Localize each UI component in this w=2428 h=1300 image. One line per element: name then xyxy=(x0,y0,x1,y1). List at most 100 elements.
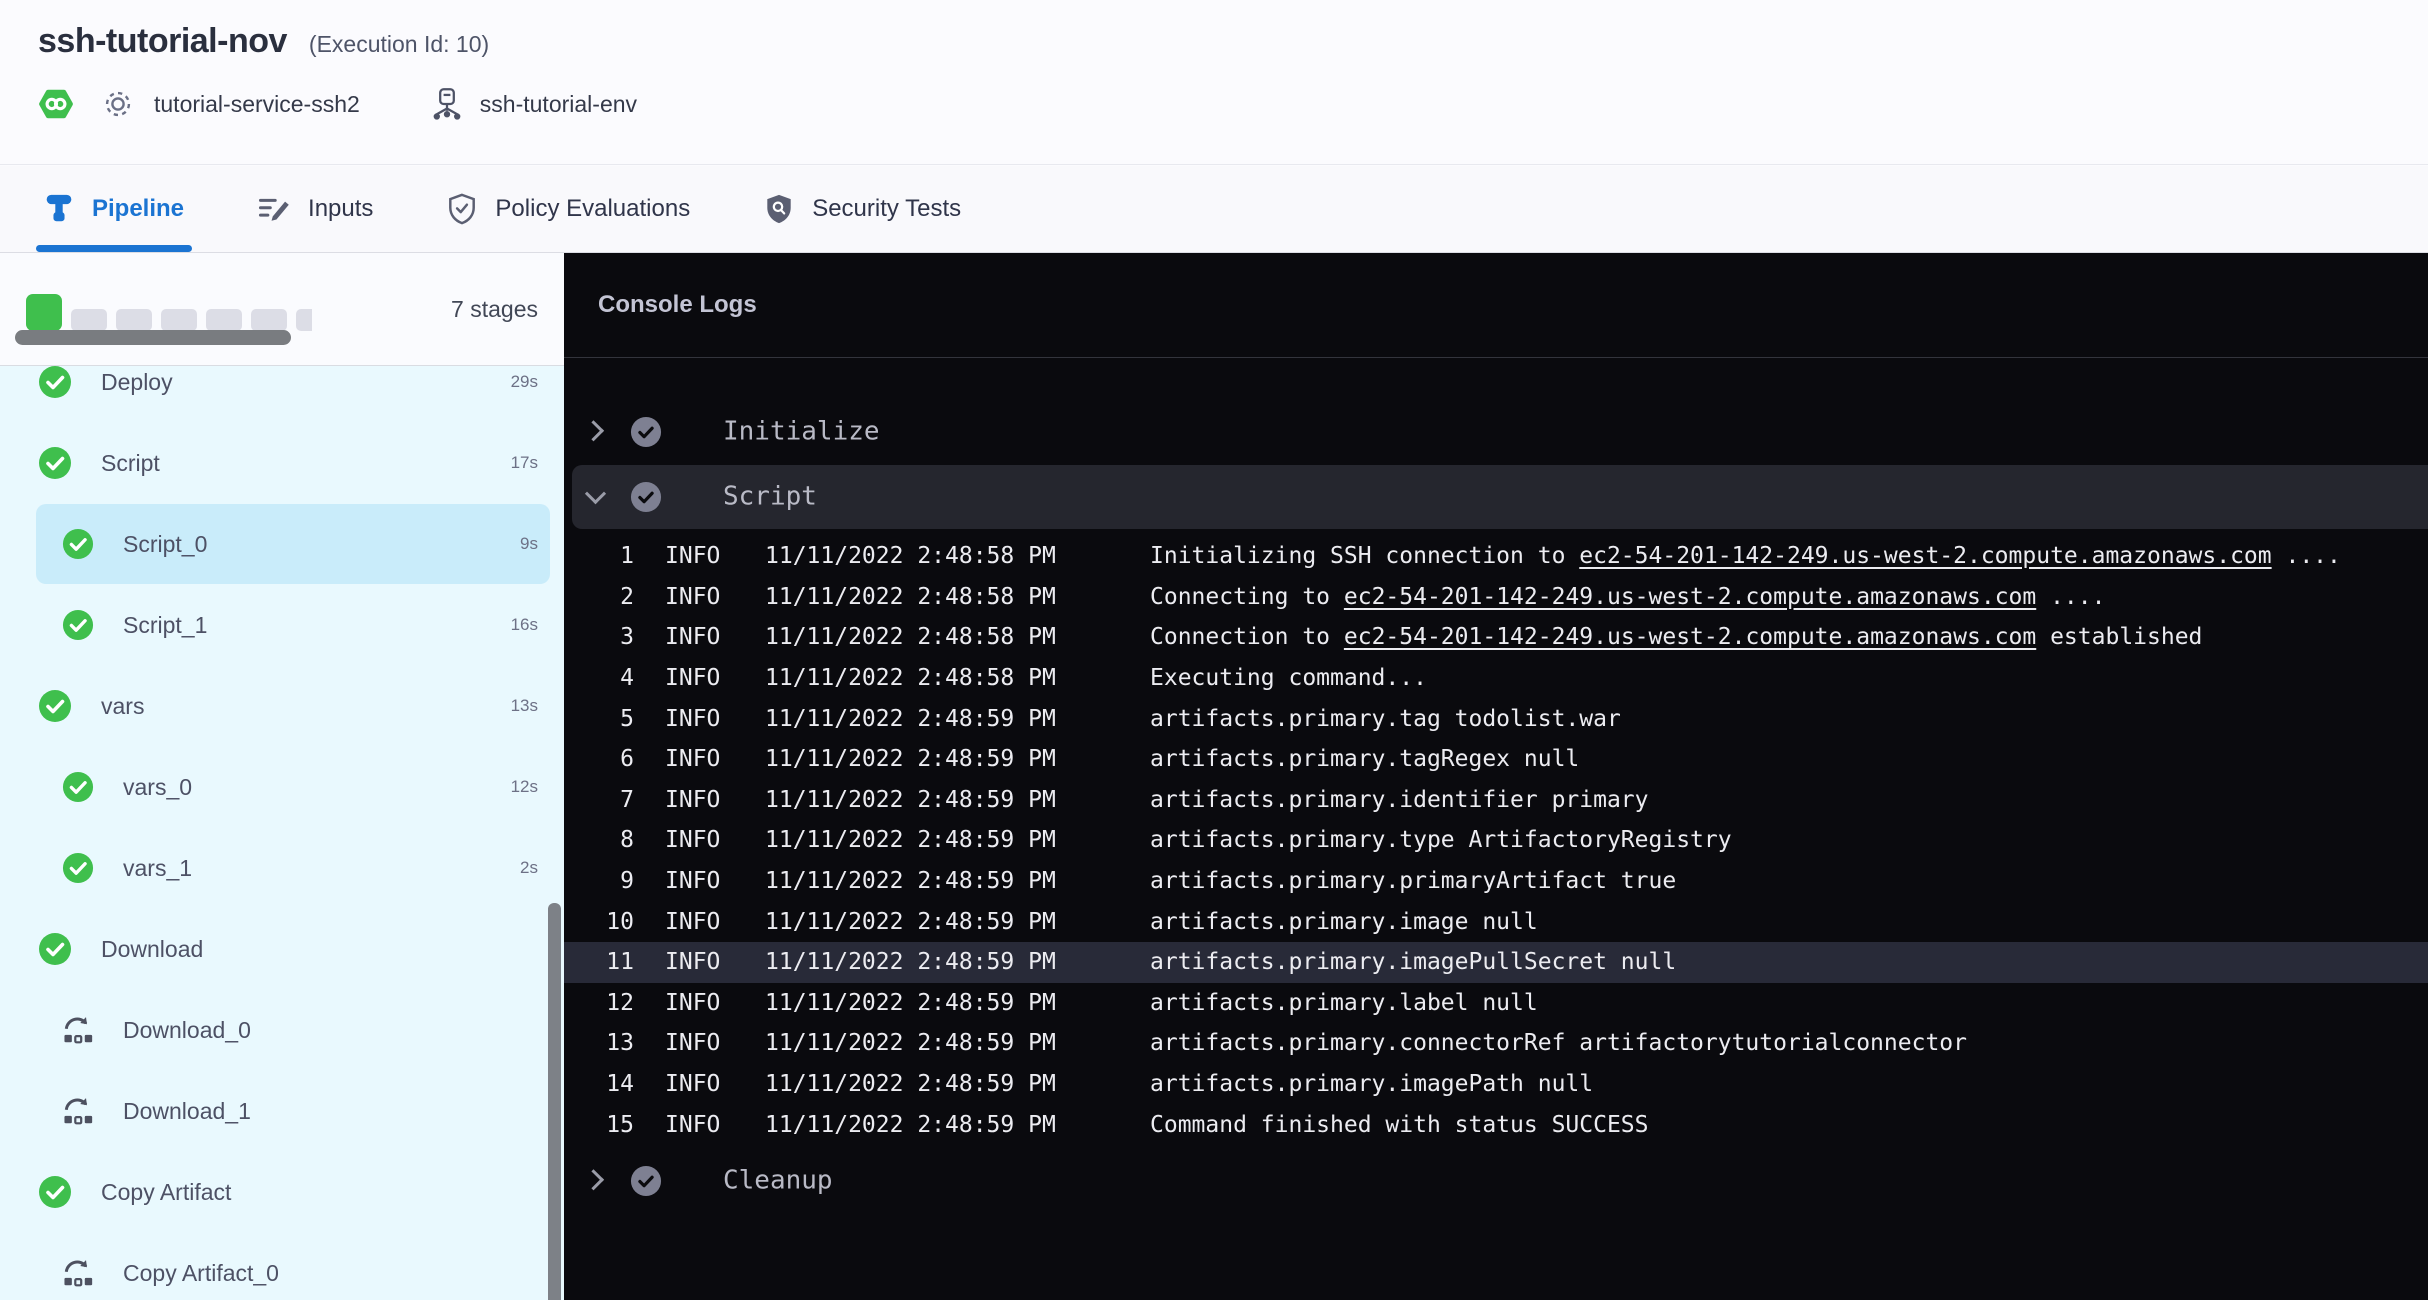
sidebar-vertical-scrollbar[interactable] xyxy=(548,903,561,1300)
page-title: ssh-tutorial-nov xyxy=(38,22,287,61)
step-item-vars_0[interactable]: vars_012s xyxy=(0,747,564,827)
log-text: artifacts.primary.image null xyxy=(1150,909,1538,935)
log-level: INFO xyxy=(665,1071,720,1097)
log-level: INFO xyxy=(665,909,720,935)
stage-duration: 2s xyxy=(520,858,538,878)
console-section-initialize[interactable]: Initialize xyxy=(564,400,2428,464)
log-line-number: 11 xyxy=(564,949,634,975)
step-item-download_0[interactable]: Download_0 xyxy=(0,990,564,1070)
service-gear-icon[interactable] xyxy=(102,88,134,120)
log-text: artifacts.primary.tagRegex null xyxy=(1150,746,1579,772)
active-tab-underline xyxy=(36,245,192,252)
console-section-cleanup[interactable]: Cleanup xyxy=(564,1149,2428,1213)
log-line-number: 6 xyxy=(564,746,634,772)
log-message: Command finished with status SUCCESS xyxy=(1150,1112,1649,1138)
security-shield-search-icon xyxy=(764,193,794,225)
log-line-15: 15INFO11/11/2022 2:48:59 PMCommand finis… xyxy=(564,1104,2428,1145)
step-group-icon xyxy=(62,1257,94,1289)
log-line-number: 12 xyxy=(564,990,634,1016)
step-item-download_1[interactable]: Download_1 xyxy=(0,1071,564,1151)
log-line-12: 12INFO11/11/2022 2:48:59 PMartifacts.pri… xyxy=(564,982,2428,1023)
tab-inputs[interactable]: Inputs xyxy=(250,166,381,252)
log-line-4: 4INFO11/11/2022 2:48:58 PMExecuting comm… xyxy=(564,658,2428,699)
stage-label: vars_0 xyxy=(123,774,192,801)
success-check-icon xyxy=(38,1175,72,1209)
log-text: artifacts.primary.imagePullSecret null xyxy=(1150,949,1676,975)
step-item-vars_1[interactable]: vars_1 2s xyxy=(0,828,564,908)
log-text: artifacts.primary.identifier primary xyxy=(1150,787,1649,813)
tab-pipeline[interactable]: Pipeline xyxy=(36,166,192,252)
stage-duration: 16s xyxy=(511,615,538,635)
log-timestamp: 11/11/2022 2:48:59 PM xyxy=(765,1071,1056,1097)
log-message: Initializing SSH connection to ec2-54-20… xyxy=(1150,543,2341,569)
stage-label: Script xyxy=(101,450,160,477)
stage-duration: 9s xyxy=(520,534,538,554)
stage-progress-block-done xyxy=(26,294,62,331)
execution-id: (Execution Id: 10) xyxy=(309,31,489,58)
log-text: Connecting to xyxy=(1150,584,1344,610)
chevron-right-icon[interactable] xyxy=(583,1169,604,1190)
success-check-icon xyxy=(38,689,72,723)
log-level: INFO xyxy=(665,990,720,1016)
log-timestamp: 11/11/2022 2:48:58 PM xyxy=(765,624,1056,650)
chevron-right-icon[interactable] xyxy=(583,420,604,441)
log-level: INFO xyxy=(665,949,720,975)
log-line-13: 13INFO11/11/2022 2:48:59 PMartifacts.pri… xyxy=(564,1023,2428,1064)
pipeline-icon xyxy=(44,193,74,225)
log-timestamp: 11/11/2022 2:48:59 PM xyxy=(765,909,1056,935)
service-environment-row: tutorial-service-ssh2 ssh-tutorial-env xyxy=(38,86,637,122)
stage-duration: 29s xyxy=(511,372,538,392)
service-name[interactable]: tutorial-service-ssh2 xyxy=(154,91,360,118)
log-message: artifacts.primary.tagRegex null xyxy=(1150,746,1579,772)
stage-label: Download_0 xyxy=(123,1017,251,1044)
stage-duration: 17s xyxy=(511,453,538,473)
step-group-icon xyxy=(62,1095,94,1127)
step-item-script_0[interactable]: Script_0 9s xyxy=(0,504,564,584)
section-label: Initialize xyxy=(723,416,880,446)
stage-item-deploy[interactable]: Deploy29s xyxy=(0,366,564,422)
success-check-icon xyxy=(62,528,94,560)
cd-hexagon-icon xyxy=(38,86,74,122)
stage-duration: 13s xyxy=(511,696,538,716)
log-line-number: 1 xyxy=(564,543,634,569)
environment-icon xyxy=(432,87,462,121)
stages-summary-header: 7 stages xyxy=(0,253,564,366)
log-line-number: 5 xyxy=(564,706,634,732)
log-level: INFO xyxy=(665,1112,720,1138)
stage-item-copy-artifact[interactable]: Copy Artifact xyxy=(0,1152,564,1232)
log-host-link[interactable]: ec2-54-201-142-249.us-west-2.compute.ama… xyxy=(1344,624,2036,650)
log-timestamp: 11/11/2022 2:48:59 PM xyxy=(765,827,1056,853)
stages-horizontal-scrollbar[interactable] xyxy=(15,330,291,345)
stage-label: Script_0 xyxy=(123,531,207,558)
log-host-link[interactable]: ec2-54-201-142-249.us-west-2.compute.ama… xyxy=(1579,543,2271,569)
stage-label: Download xyxy=(101,936,203,963)
log-line-8: 8INFO11/11/2022 2:48:59 PMartifacts.prim… xyxy=(564,820,2428,861)
environment-name[interactable]: ssh-tutorial-env xyxy=(480,91,637,118)
tab-label: Pipeline xyxy=(92,195,184,223)
log-line-number: 4 xyxy=(564,665,634,691)
step-item-copy-artifact_0[interactable]: Copy Artifact_0 xyxy=(0,1233,564,1300)
stages-sidebar: 7 stages Deploy29s Script17s Script_09s … xyxy=(0,253,564,1300)
stage-progress-block-todo xyxy=(116,309,152,331)
stage-item-vars[interactable]: vars13s xyxy=(0,666,564,746)
tab-policy-evaluations[interactable]: Policy Evaluations xyxy=(439,166,698,252)
console-section-script[interactable]: Script xyxy=(564,465,2428,529)
log-line-number: 15 xyxy=(564,1112,634,1138)
log-text: artifacts.primary.connectorRef artifacto… xyxy=(1150,1030,1967,1056)
log-text: .... xyxy=(2036,584,2105,610)
log-message: artifacts.primary.imagePath null xyxy=(1150,1071,1593,1097)
log-line-2: 2INFO11/11/2022 2:48:58 PMConnecting to … xyxy=(564,576,2428,617)
console-header-divider xyxy=(564,357,2428,358)
log-line-number: 14 xyxy=(564,1071,634,1097)
stage-label: Script_1 xyxy=(123,612,207,639)
stage-item-script[interactable]: Script 17s xyxy=(0,423,564,503)
stage-label: vars_1 xyxy=(123,855,192,882)
success-check-icon xyxy=(38,932,72,966)
stage-item-download[interactable]: Download xyxy=(0,909,564,989)
log-host-link[interactable]: ec2-54-201-142-249.us-west-2.compute.ama… xyxy=(1344,584,2036,610)
log-line-number: 2 xyxy=(564,584,634,610)
log-message: artifacts.primary.identifier primary xyxy=(1150,787,1649,813)
stages-count: 7 stages xyxy=(451,253,538,365)
step-item-script_1[interactable]: Script_1 16s xyxy=(0,585,564,665)
tab-security-tests[interactable]: Security Tests xyxy=(756,166,969,252)
